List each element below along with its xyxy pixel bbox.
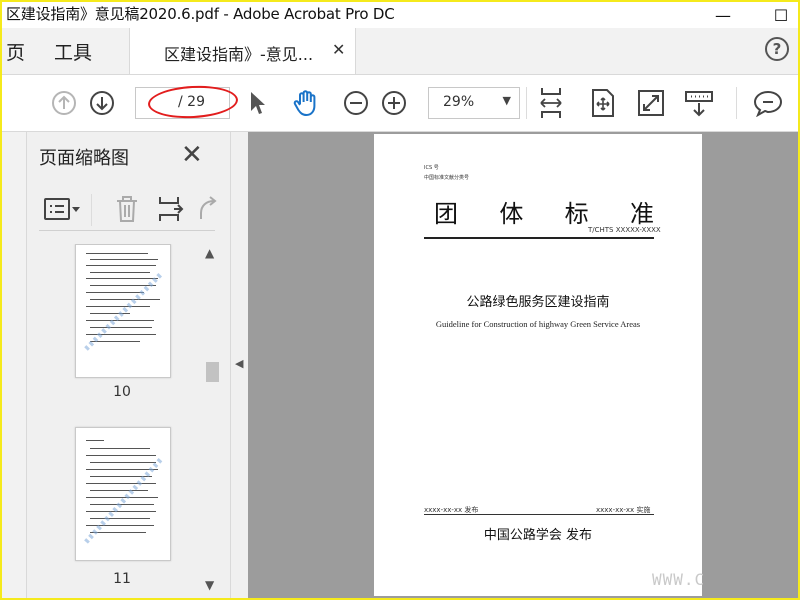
hand-tool-icon[interactable] [290,87,322,119]
maximize-button[interactable]: ☐ [768,4,794,26]
page-thumbnails-panel: 页面缩略图 ✕ 10 11 ▲ ▼ [27,132,230,598]
publisher: 中国公路学会 发布 [483,528,593,543]
toolbar: / 29 29% ▼ [2,75,798,132]
thumbnail-page-number: 11 [113,571,131,587]
scroll-up-icon[interactable]: ▲ [205,246,214,260]
collapse-panel-icon[interactable]: ◀ [235,357,243,370]
panel-title: 页面缩略图 [39,148,129,169]
document-view[interactable]: ICS 号 中国标准文献分类号 团 体 标 准 T/CHTS XXXXX-XXX… [248,132,798,598]
heading-char: 准 [629,200,654,228]
classification-number: 中国标准文献分类号 [424,175,470,181]
scroll-down-icon[interactable]: ▼ [205,578,214,592]
thumbnail-page-number: 10 [113,384,131,400]
delete-page-icon[interactable] [113,194,141,224]
title-bar: 区建设指南》意见稿2020.6.pdf - Adobe Acrobat Pro … [2,2,798,28]
zoom-select[interactable]: 29% ▼ [428,87,520,119]
toolbar-divider [526,87,527,119]
standard-code: T/CHTS XXXXX-XXXX [588,226,661,234]
site-watermark: WWW.C [652,570,706,589]
heading-char: 团 [434,200,458,228]
minimize-button[interactable]: — [710,4,736,26]
document-subtitle: Guideline for Construction of highway Gr… [435,319,641,329]
insert-page-icon[interactable] [155,194,185,224]
heading-char: 标 [564,200,589,228]
heading-char: 体 [499,200,524,228]
window-title: 区建设指南》意见稿2020.6.pdf - Adobe Acrobat Pro … [6,5,395,23]
zoom-in-icon[interactable] [380,89,408,117]
comment-icon[interactable] [752,87,784,119]
read-mode-icon[interactable] [682,87,716,119]
help-icon[interactable]: ? [765,37,789,61]
document-tab[interactable]: 区建设指南》-意见... ✕ [129,28,356,74]
left-navigation-rail [2,132,27,598]
document-title: 公路绿色服务区建设指南 [466,295,610,310]
pdf-page: ICS 号 中国标准文献分类号 团 体 标 准 T/CHTS XXXXX-XXX… [374,134,702,596]
close-icon[interactable]: ✕ [181,140,203,170]
toolbar-divider [736,87,737,119]
tab-label: 区建设指南》-意见... [164,45,314,64]
menu-home[interactable]: 页 [6,38,25,65]
thumbnail-list[interactable]: 10 11 [27,244,203,594]
chevron-down-icon: ▼ [502,94,511,107]
panel-toolbar-divider [91,194,92,226]
fit-page-icon[interactable] [588,87,618,119]
panel-toolbar [39,188,217,231]
panel-splitter[interactable]: ◀ [230,132,249,598]
scrollbar-thumb[interactable] [206,362,219,382]
page-thumbnail[interactable] [75,427,171,561]
full-screen-icon[interactable] [636,87,666,119]
page-thumbnail[interactable] [75,244,171,378]
standard-type-heading: 团 体 标 准 [434,194,654,229]
thumbnail-watermark [84,271,164,351]
menu-tools[interactable]: 工具 [54,38,92,65]
next-page-icon[interactable] [88,89,116,117]
tab-close-icon[interactable]: ✕ [332,40,345,59]
thumbnail-scrollbar[interactable]: ▲ ▼ [203,244,221,596]
thumbnail-watermark [84,456,164,544]
menu-bar: 页 工具 区建设指南》-意见... ✕ ? [2,28,798,75]
footer-rule [424,514,654,515]
thumbnail-options-icon[interactable] [43,194,81,224]
zoom-value: 29% [443,94,475,110]
fit-width-icon[interactable] [536,85,566,121]
ics-number: ICS 号 [424,165,439,171]
rotate-page-icon[interactable] [195,194,219,224]
select-tool-icon[interactable] [246,89,268,117]
previous-page-icon[interactable] [50,89,78,117]
header-rule [424,237,654,239]
zoom-out-icon[interactable] [342,89,370,117]
